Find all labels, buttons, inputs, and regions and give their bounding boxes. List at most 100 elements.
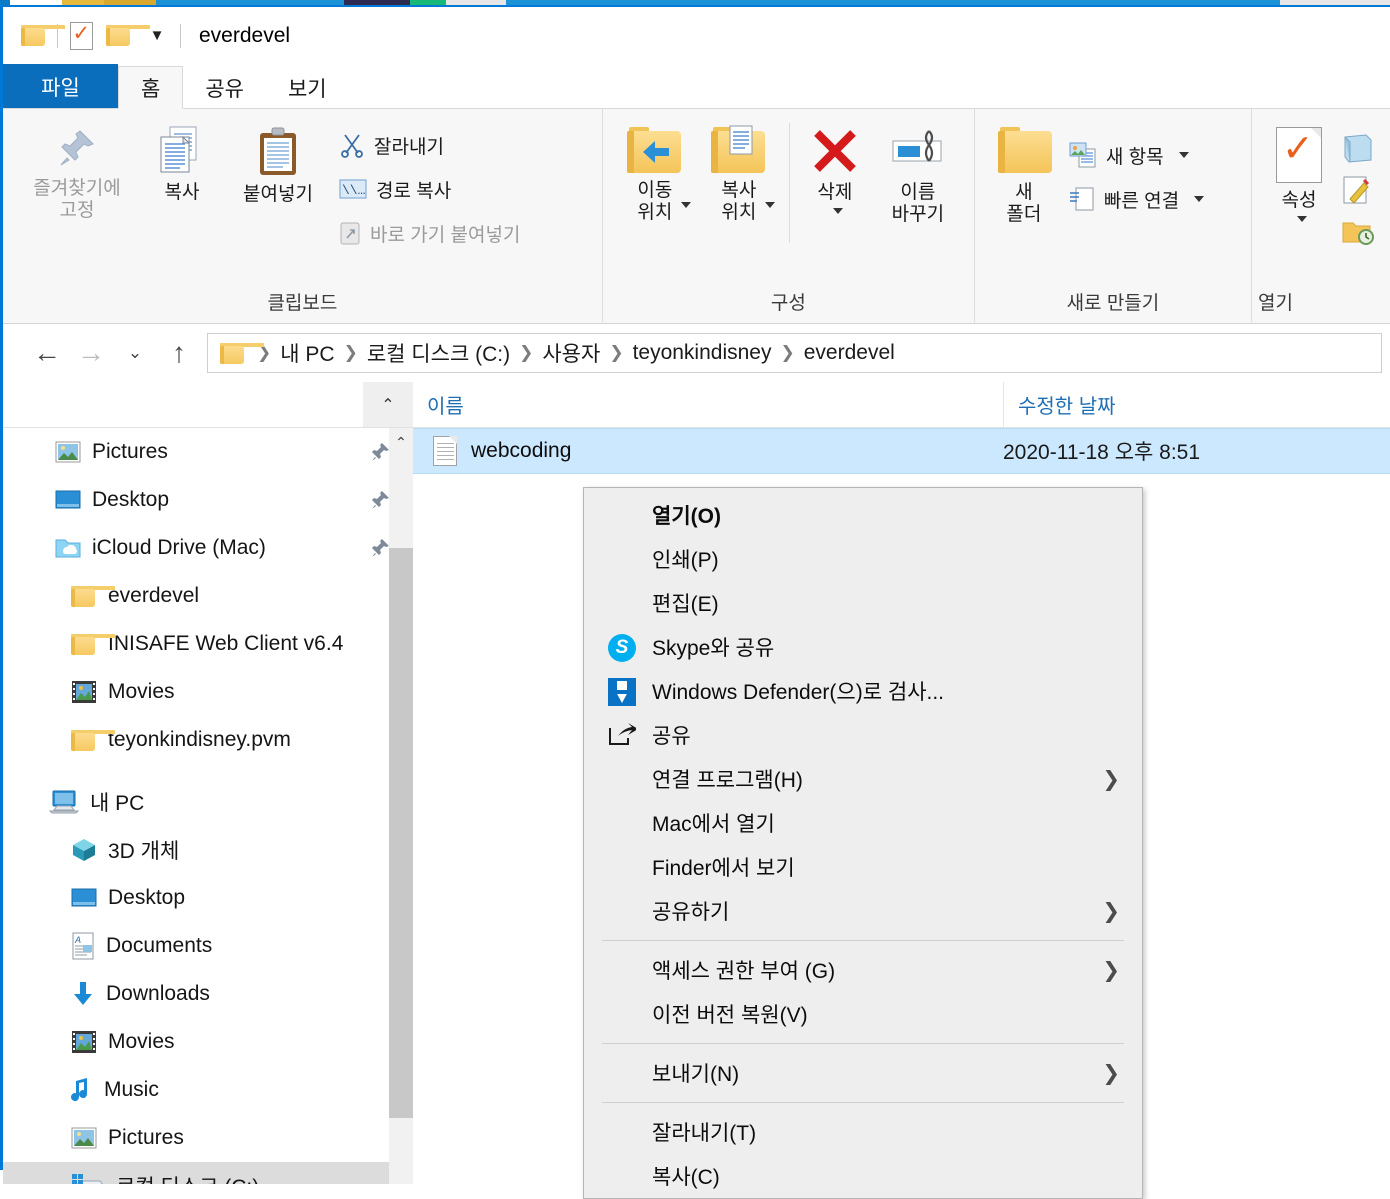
menu-item-open-on-mac[interactable]: Mac에서 열기 <box>584 801 1142 845</box>
customize-qat-caret-icon[interactable]: ▼ <box>138 17 176 55</box>
window-title: everdevel <box>199 23 291 47</box>
move-to-caret-icon[interactable] <box>680 201 691 208</box>
tab-file[interactable]: 파일 <box>3 64 118 109</box>
scroll-up-icon[interactable]: ⌃ <box>389 428 413 456</box>
folder-icon[interactable] <box>15 17 65 55</box>
breadcrumb-item-4[interactable]: everdevel <box>800 341 899 365</box>
column-header-name[interactable]: 이름 <box>413 382 1003 427</box>
copy-button[interactable]: 복사 <box>141 121 223 204</box>
delete-button[interactable]: 삭제 <box>798 123 872 214</box>
menu-item-open-with[interactable]: 연결 프로그램(H) ❯ <box>584 757 1142 801</box>
breadcrumb[interactable]: ❯ 내 PC ❯ 로컬 디스크 (C:) ❯ 사용자 ❯ teyonkindis… <box>207 333 1382 373</box>
breadcrumb-separator-1[interactable]: ❯ <box>341 343 361 363</box>
menu-item-open[interactable]: 열기(O) <box>584 493 1142 537</box>
scrollbar-thumb[interactable] <box>389 548 413 1118</box>
menu-separator-1 <box>602 940 1124 941</box>
nav-item-icloud-drive[interactable]: iCloud Drive (Mac) <box>3 524 413 572</box>
breadcrumb-item-3[interactable]: teyonkindisney <box>629 341 776 365</box>
menu-item-share[interactable]: 공유 <box>584 713 1142 757</box>
menu-item-scan-with-windows-defender[interactable]: Windows Defender(으)로 검사... <box>584 669 1142 713</box>
properties-icon <box>1276 127 1322 183</box>
nav-label: teyonkindisney.pvm <box>108 728 291 751</box>
share-icon <box>608 722 638 750</box>
tab-share[interactable]: 공유 <box>183 66 266 109</box>
quick-access-toolbar: ▼ everdevel <box>3 17 290 55</box>
column-header-date-modified[interactable]: 수정한 날짜 <box>1003 382 1333 427</box>
new-small-commands: 새 항목 빠른 연결 <box>1063 123 1210 221</box>
file-row-webcoding[interactable]: webcoding 2020-11-18 오후 8:51 <box>413 428 1390 474</box>
menu-item-restore-previous-versions[interactable]: 이전 버전 복원(V) <box>584 992 1142 1036</box>
music-icon <box>71 1077 93 1103</box>
nav-item-teyonkindisney-pvm[interactable]: teyonkindisney.pvm <box>3 716 413 764</box>
nav-item-everdevel[interactable]: everdevel <box>3 572 413 620</box>
new-folder-icon <box>997 127 1052 175</box>
delete-caret-icon[interactable] <box>832 207 843 214</box>
open-with-notepad-button[interactable] <box>1336 127 1380 169</box>
nav-item-downloads[interactable]: Downloads <box>3 970 413 1018</box>
local-disk-icon <box>71 1173 105 1184</box>
nav-item-inisafe-web-client[interactable]: INISAFE Web Client v6.4 <box>3 620 413 668</box>
nav-item-documents[interactable]: A Documents <box>3 922 413 970</box>
history-button[interactable] <box>1336 211 1380 253</box>
movies-icon <box>71 1030 97 1054</box>
copy-to-button[interactable]: 복사 위치 <box>697 123 781 223</box>
menu-item-share-with-skype[interactable]: S Skype와 공유 <box>584 625 1142 669</box>
pictures-icon <box>55 441 81 463</box>
menu-item-edit[interactable]: 편집(E) <box>584 581 1142 625</box>
new-item-button[interactable]: 새 항목 <box>1063 133 1210 177</box>
breadcrumb-item-0[interactable]: 내 PC <box>276 338 338 368</box>
nav-item-movies[interactable]: Movies <box>3 1018 413 1066</box>
nav-item-desktop[interactable]: Desktop <box>3 874 413 922</box>
menu-item-show-in-finder[interactable]: Finder에서 보기 <box>584 845 1142 889</box>
group-title-organize: 구성 <box>770 293 806 314</box>
ribbon-group-open: 속성 <box>1251 109 1390 322</box>
menu-item-send-to[interactable]: 보내기(N) ❯ <box>584 1051 1142 1095</box>
recent-locations-button[interactable]: ⌄ <box>113 331 157 375</box>
menu-item-print[interactable]: 인쇄(P) <box>584 537 1142 581</box>
menu-item-copy[interactable]: 복사(C) <box>584 1154 1142 1198</box>
nav-item-pictures-quick[interactable]: Pictures <box>3 428 413 476</box>
copy-path-button[interactable]: \\… 경로 복사 <box>333 167 526 211</box>
nav-label: 3D 개체 <box>108 840 180 863</box>
breadcrumb-item-1[interactable]: 로컬 디스크 (C:) <box>363 338 514 368</box>
tab-home[interactable]: 홈 <box>118 66 184 109</box>
paste-button[interactable]: 붙여넣기 <box>223 121 333 206</box>
properties-button[interactable]: 속성 <box>1262 123 1336 222</box>
breadcrumb-separator-2[interactable]: ❯ <box>516 343 536 363</box>
move-to-button[interactable]: 이동 위치 <box>613 123 697 223</box>
rename-button[interactable]: 이름 바꾸기 <box>872 123 964 226</box>
nav-item-this-pc[interactable]: 내 PC <box>3 778 413 826</box>
properties-caret-icon[interactable] <box>1297 215 1307 222</box>
copy-to-caret-icon[interactable] <box>764 201 775 208</box>
edit-button[interactable] <box>1336 169 1380 211</box>
movies-icon <box>71 680 97 704</box>
new-folder-icon[interactable] <box>100 17 150 55</box>
back-button[interactable]: ← <box>25 331 69 375</box>
menu-item-share-group[interactable]: 공유하기 ❯ <box>584 889 1142 933</box>
properties-check-icon[interactable] <box>62 17 100 55</box>
collapse-ribbon-icon[interactable]: ⌃ <box>363 382 413 427</box>
pin-to-quick-access-button[interactable]: 즐겨찾기에 고정 <box>13 121 141 222</box>
menu-item-cut[interactable]: 잘라내기(T) <box>584 1110 1142 1154</box>
up-button[interactable]: ↑ <box>157 331 201 375</box>
nav-item-desktop-quick[interactable]: Desktop <box>3 476 413 524</box>
nav-item-music[interactable]: Music <box>3 1066 413 1114</box>
new-item-caret-icon[interactable] <box>1178 152 1189 158</box>
nav-item-movies-quick[interactable]: Movies <box>3 668 413 716</box>
breadcrumb-separator-4[interactable]: ❯ <box>777 343 797 363</box>
new-folder-button[interactable]: 새 폴더 <box>985 123 1063 226</box>
nav-item-local-disk-c[interactable]: 로컬 디스크 (C:) <box>3 1162 413 1184</box>
navigation-scrollbar[interactable]: ⌃ <box>389 428 413 1184</box>
paste-shortcut-button[interactable]: 바로 가기 붙여넣기 <box>333 211 526 255</box>
breadcrumb-item-2[interactable]: 사용자 <box>538 338 604 368</box>
menu-item-give-access-to[interactable]: 액세스 권한 부여 (G) ❯ <box>584 948 1142 992</box>
breadcrumb-separator-3[interactable]: ❯ <box>606 343 626 363</box>
tab-view[interactable]: 보기 <box>266 66 349 109</box>
cut-button[interactable]: 잘라내기 <box>333 123 526 167</box>
nav-item-3d-objects[interactable]: 3D 개체 <box>3 826 413 874</box>
forward-button[interactable]: → <box>69 331 113 375</box>
easy-access-caret-icon[interactable] <box>1194 196 1205 202</box>
nav-item-pictures[interactable]: Pictures <box>3 1114 413 1162</box>
delete-x-icon <box>809 127 861 175</box>
easy-access-button[interactable]: 빠른 연결 <box>1063 177 1210 221</box>
